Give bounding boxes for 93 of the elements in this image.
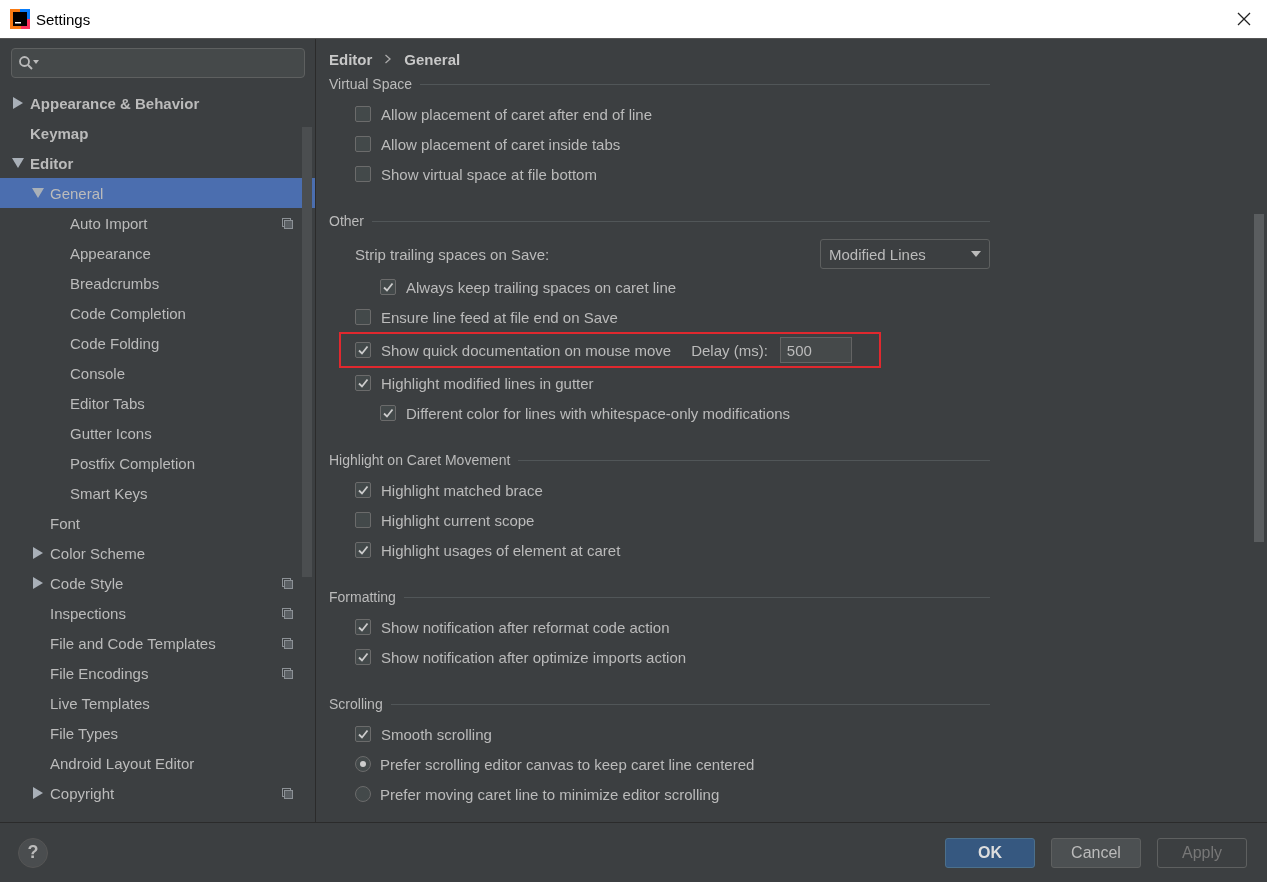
checkbox-label: Show virtual space at file bottom bbox=[381, 165, 597, 183]
section-title: Scrolling bbox=[329, 696, 383, 712]
help-button[interactable]: ? bbox=[18, 837, 48, 868]
scrollbar[interactable] bbox=[1254, 214, 1264, 542]
check-icon bbox=[382, 281, 394, 293]
tree-item[interactable]: Gutter Icons bbox=[0, 418, 315, 448]
checkbox-label: Highlight current scope bbox=[381, 511, 535, 529]
check-icon bbox=[357, 651, 369, 663]
checkbox[interactable] bbox=[380, 279, 396, 295]
tree-item[interactable]: Font bbox=[0, 508, 315, 538]
tree-item[interactable]: Code Style bbox=[0, 568, 315, 598]
checkbox[interactable] bbox=[355, 649, 371, 665]
checkbox-label: Show notification after reformat code action bbox=[381, 618, 670, 636]
checkbox[interactable] bbox=[355, 106, 371, 122]
expanded-arrow-icon bbox=[12, 157, 24, 169]
radio-button[interactable] bbox=[355, 786, 371, 802]
tree-item[interactable]: Inspections bbox=[0, 598, 315, 628]
collapsed-arrow-icon bbox=[32, 787, 44, 799]
check-icon bbox=[382, 407, 394, 419]
search-field[interactable] bbox=[11, 48, 305, 78]
tree-item[interactable]: Auto Import bbox=[0, 208, 315, 238]
collapsed-arrow-icon bbox=[32, 577, 44, 589]
section-title: Highlight on Caret Movement bbox=[329, 452, 511, 468]
tree-item[interactable]: File Encodings bbox=[0, 658, 315, 688]
checkbox-label: Show notification after optimize imports action bbox=[381, 648, 687, 666]
checkbox-label: Show quick documentation on mouse move bbox=[381, 341, 672, 359]
tree-item[interactable]: Color Scheme bbox=[0, 538, 315, 568]
checkbox-label: Smooth scrolling bbox=[381, 725, 492, 743]
checkbox-label: Allow placement of caret after end of line bbox=[381, 105, 652, 123]
radio-button[interactable] bbox=[355, 756, 371, 772]
app-logo-icon bbox=[10, 9, 30, 29]
tree-item[interactable]: Postfix Completion bbox=[0, 448, 315, 478]
tree-item[interactable]: Console bbox=[0, 358, 315, 388]
checkbox-label: Different color for lines with whitespace-only modifications bbox=[406, 404, 791, 422]
tree-item[interactable]: Breadcrumbs bbox=[0, 268, 315, 298]
tree-item[interactable]: Code Folding bbox=[0, 328, 315, 358]
tree-item[interactable]: Editor bbox=[0, 148, 315, 178]
checkbox-label: Highlight modified lines in gutter bbox=[381, 374, 594, 392]
checkbox[interactable] bbox=[355, 375, 371, 391]
checkbox-label: Allow placement of caret inside tabs bbox=[381, 135, 621, 153]
tree-item[interactable]: Code Completion bbox=[0, 298, 315, 328]
checkbox[interactable] bbox=[380, 405, 396, 421]
collapsed-arrow-icon bbox=[32, 547, 44, 559]
close-icon bbox=[1237, 12, 1251, 26]
tree-item[interactable]: Appearance bbox=[0, 238, 315, 268]
tree-item[interactable]: Copyright bbox=[0, 778, 315, 808]
breadcrumb-item[interactable]: Editor bbox=[329, 50, 373, 68]
check-icon bbox=[357, 544, 369, 556]
dropdown-arrow-icon bbox=[971, 251, 981, 257]
check-icon bbox=[357, 484, 369, 496]
checkbox[interactable] bbox=[355, 619, 371, 635]
checkbox[interactable] bbox=[355, 342, 371, 358]
tree-item[interactable]: Editor Tabs bbox=[0, 388, 315, 418]
check-icon bbox=[357, 621, 369, 633]
checkbox-label: Highlight usages of element at caret bbox=[381, 541, 621, 559]
field-label: Delay (ms): bbox=[691, 341, 768, 359]
tree-item[interactable]: File and Code Templates bbox=[0, 628, 315, 658]
checkbox[interactable] bbox=[355, 512, 371, 528]
section-title: Formatting bbox=[329, 589, 396, 605]
expanded-arrow-icon bbox=[32, 187, 44, 199]
delay-field[interactable]: 500 bbox=[779, 337, 852, 363]
radio-label: Prefer scrolling editor canvas to keep caret line centered bbox=[380, 755, 755, 773]
check-icon bbox=[357, 344, 369, 356]
checkbox[interactable] bbox=[355, 166, 371, 182]
dialog-button[interactable]: OK bbox=[945, 837, 1035, 868]
chevron-icon bbox=[384, 54, 393, 64]
tree-item[interactable]: File Types bbox=[0, 718, 315, 748]
checkbox-label: Always keep trailing spaces on caret line bbox=[406, 278, 677, 296]
tree-item[interactable]: Live Templates bbox=[0, 688, 315, 718]
dialog-button[interactable]: Cancel bbox=[1051, 837, 1141, 868]
breadcrumb-item[interactable]: General bbox=[404, 50, 461, 68]
tree-item[interactable]: Appearance & Behavior bbox=[0, 88, 315, 118]
checkbox[interactable] bbox=[355, 542, 371, 558]
section-title: Virtual Space bbox=[329, 76, 412, 92]
check-icon bbox=[357, 377, 369, 389]
tree-item[interactable]: Smart Keys bbox=[0, 478, 315, 508]
checkbox[interactable] bbox=[355, 482, 371, 498]
scrollbar[interactable] bbox=[302, 127, 312, 577]
tree-item[interactable]: Android Layout Editor bbox=[0, 748, 315, 778]
checkbox[interactable] bbox=[355, 726, 371, 742]
dropdown-label: Strip trailing spaces on Save: bbox=[355, 245, 550, 263]
search-icon bbox=[18, 55, 40, 71]
check-icon bbox=[357, 728, 369, 740]
window-title: Settings bbox=[36, 10, 91, 28]
section-title: Other bbox=[329, 213, 364, 229]
radio-label: Prefer moving caret line to minimize editor scrolling bbox=[380, 785, 720, 803]
checkbox-label: Highlight matched brace bbox=[381, 481, 543, 499]
collapsed-arrow-icon bbox=[12, 97, 24, 109]
checkbox-label: Ensure line feed at file end on Save bbox=[381, 308, 618, 326]
dropdown[interactable]: Modified Lines bbox=[820, 239, 990, 269]
checkbox[interactable] bbox=[355, 309, 371, 325]
tree-item[interactable]: Keymap bbox=[0, 118, 315, 148]
checkbox[interactable] bbox=[355, 136, 371, 152]
